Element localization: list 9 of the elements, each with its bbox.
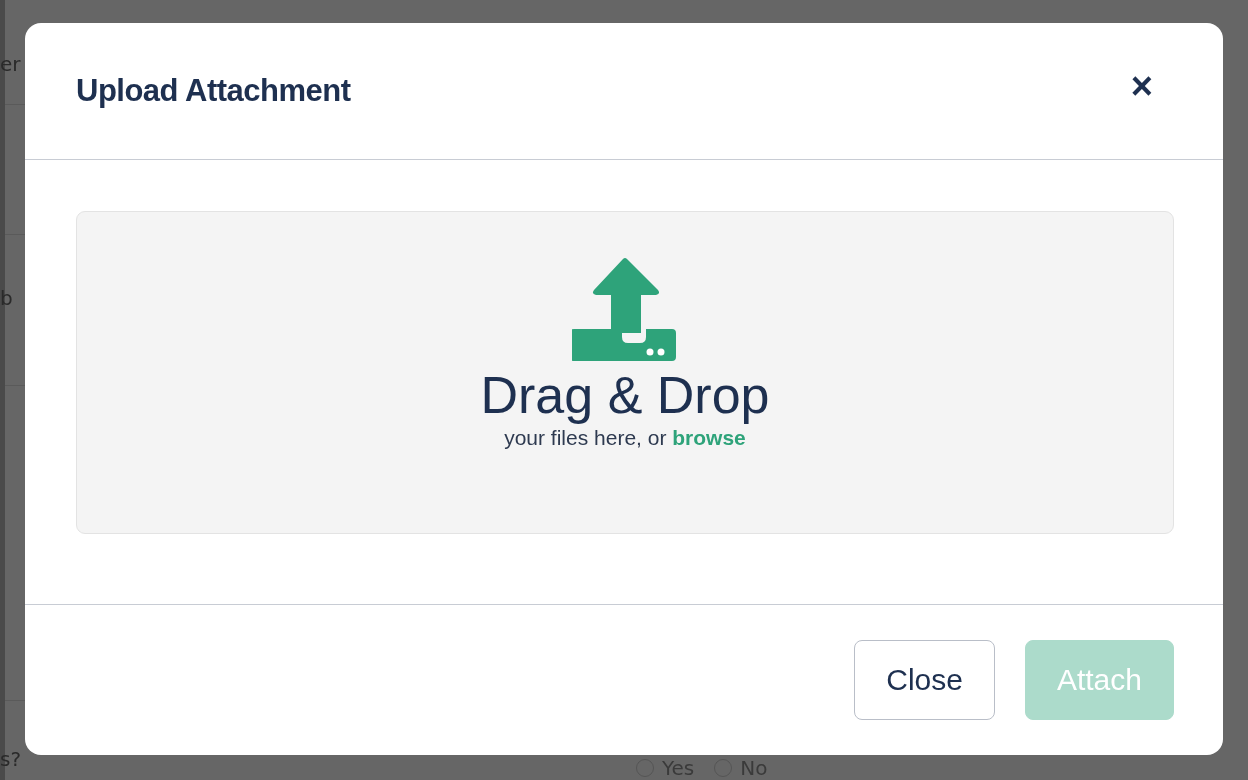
field-label: s?	[0, 747, 22, 771]
field-label: er	[0, 52, 21, 76]
field-label: b	[0, 286, 13, 310]
close-button[interactable]: Close	[854, 640, 995, 720]
drop-headline: Drag & Drop	[480, 367, 770, 425]
drop-hint: your files here, or browse	[504, 426, 746, 451]
drop-zone[interactable]: Drag & Drop your files here, or browse	[76, 211, 1174, 534]
upload-icon	[572, 256, 678, 361]
dialog-title: Upload Attachment	[76, 73, 351, 109]
